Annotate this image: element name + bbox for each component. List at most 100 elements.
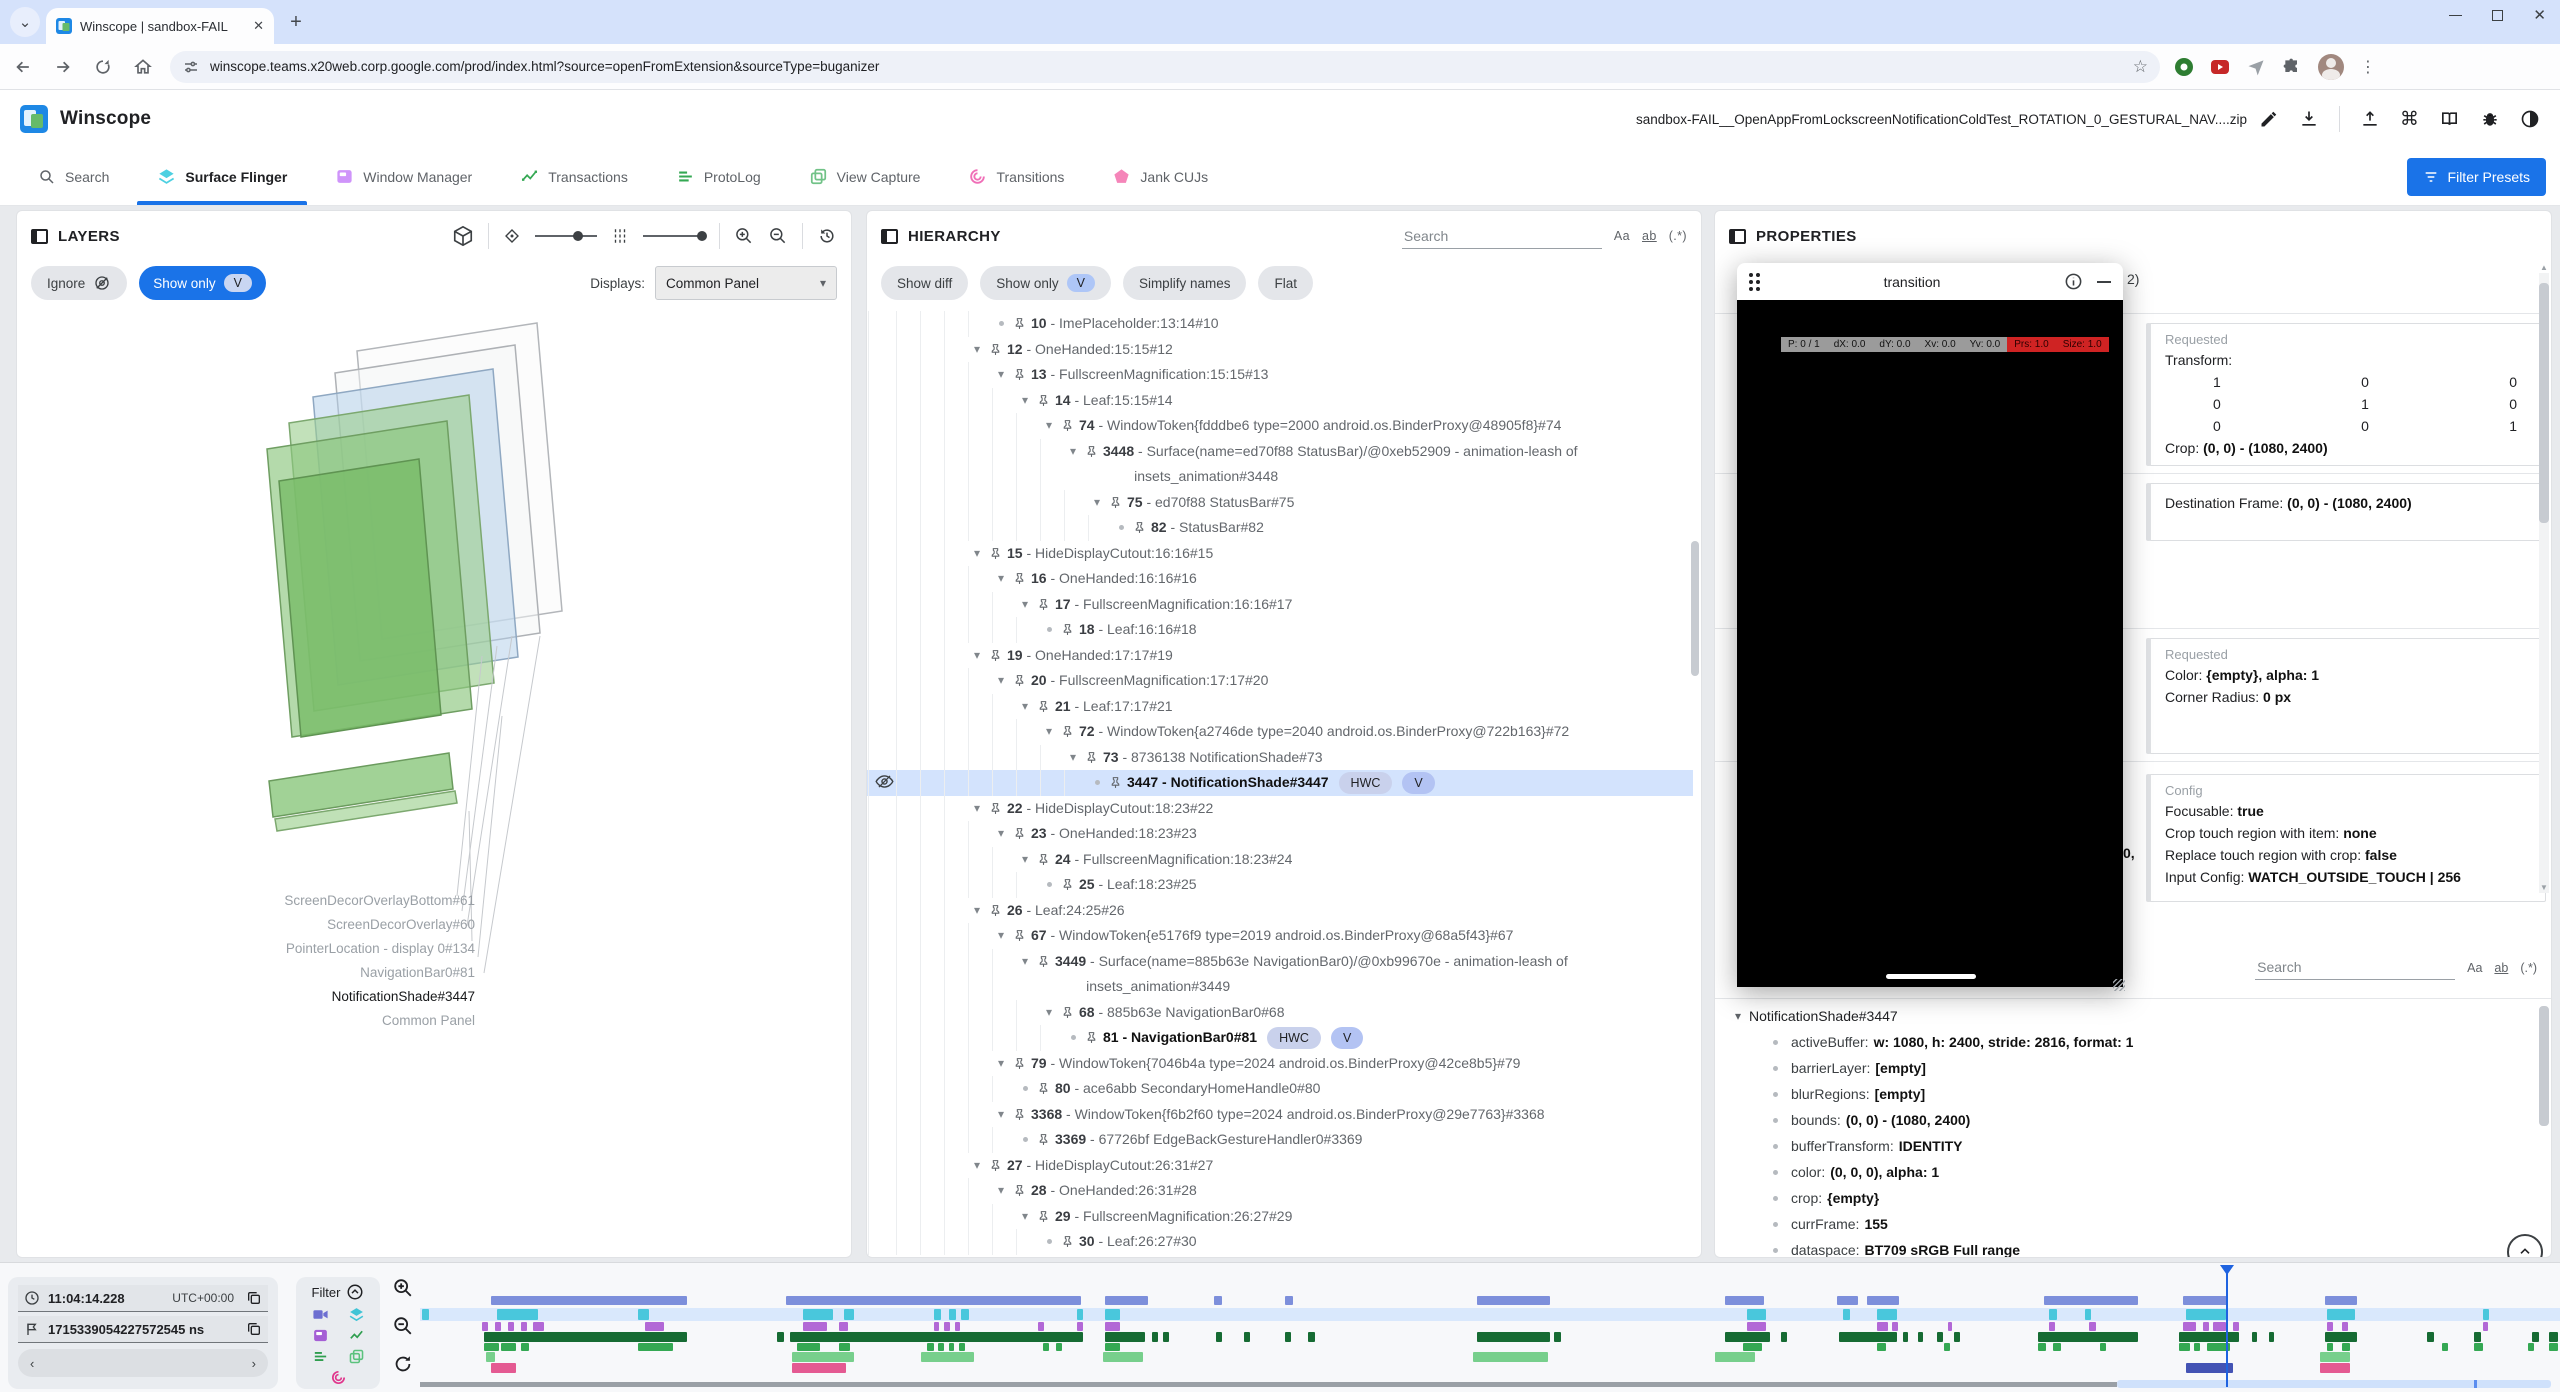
documentation-icon[interactable] xyxy=(2439,109,2460,129)
timeline-canvas[interactable] xyxy=(420,1263,2560,1392)
layer-label[interactable]: PointerLocation - display 0#134 xyxy=(145,937,475,961)
minimize-overlay-icon[interactable] xyxy=(2097,281,2111,283)
home-icon[interactable] xyxy=(130,54,156,80)
hierarchy-row[interactable]: ▾17 - FullscreenMagnification:16:16#17 xyxy=(867,592,1693,618)
match-case-icon[interactable]: Aa xyxy=(2467,961,2482,975)
copy-icon[interactable] xyxy=(246,1290,262,1306)
overlay-title-bar[interactable]: transition xyxy=(1737,263,2123,300)
back-icon[interactable] xyxy=(10,54,36,80)
report-bug-icon[interactable] xyxy=(2480,109,2500,129)
hierarchy-row[interactable]: 3369 - 67726bf EdgeBackGestureHandler0#3… xyxy=(867,1127,1693,1153)
hierarchy-row[interactable]: 80 - ace6abb SecondaryHomeHandle0#80 xyxy=(867,1076,1693,1102)
extension-green-icon[interactable] xyxy=(2174,57,2194,77)
window-maximize-icon[interactable] xyxy=(2492,10,2503,21)
hierarchy-row[interactable]: 25 - Leaf:18:23#25 xyxy=(867,872,1693,898)
hierarchy-row[interactable]: ▾20 - FullscreenMagnification:17:17#20 xyxy=(867,668,1693,694)
hierarchy-row[interactable]: ▾75 - ed70f88 StatusBar#75 xyxy=(867,490,1693,516)
puzzle-icon[interactable] xyxy=(2282,57,2302,77)
hierarchy-row[interactable]: ▾22 - HideDisplayCutout:18:23#22 xyxy=(867,796,1693,822)
timeline-range-scrollbar[interactable] xyxy=(420,1380,2560,1388)
hierarchy-row[interactable]: ▾26 - Leaf:24:25#26 xyxy=(867,898,1693,924)
transactions-icon[interactable] xyxy=(348,1327,365,1344)
layer-label[interactable]: Common Panel xyxy=(145,1009,475,1033)
property-row[interactable]: barrierLayer:[empty] xyxy=(1715,1055,2541,1081)
tab-transactions[interactable]: Transactions xyxy=(496,148,652,205)
timeline-zoom-in-icon[interactable] xyxy=(392,1277,414,1299)
hierarchy-scrollbar[interactable] xyxy=(1691,541,1699,676)
ns-time-field[interactable]: 1715339054227572545 ns xyxy=(18,1316,268,1343)
tab-search[interactable]: Search xyxy=(14,148,133,205)
hierarchy-row[interactable]: ▾23 - OneHanded:18:23#23 xyxy=(867,821,1693,847)
hierarchy-row[interactable]: ▾67 - WindowToken{e5176f9 type=2019 andr… xyxy=(867,923,1693,949)
layer-label[interactable]: NavigationBar0#81 xyxy=(145,961,475,985)
profile-avatar[interactable] xyxy=(2318,54,2344,80)
hierarchy-row[interactable]: 10 - ImePlaceholder:13:14#10 xyxy=(867,311,1693,337)
zoom-out-icon[interactable] xyxy=(768,226,788,246)
window-minimize-icon[interactable] xyxy=(2449,15,2462,17)
property-row[interactable]: crop:{empty} xyxy=(1715,1185,2541,1211)
timeline-refresh-icon[interactable] xyxy=(392,1353,414,1375)
hierarchy-row[interactable]: 30 - Leaf:26:27#30 xyxy=(867,1229,1693,1255)
panel-icon[interactable] xyxy=(31,229,48,244)
extension-gray-icon[interactable] xyxy=(2246,57,2266,77)
hierarchy-row[interactable]: ▾13 - FullscreenMagnification:15:15#13 xyxy=(867,362,1693,388)
hierarchy-row[interactable]: ▾68 - 885b63e NavigationBar0#68 xyxy=(867,1000,1693,1026)
spacing-slider[interactable] xyxy=(643,235,705,237)
tab-search-button[interactable]: ⌄ xyxy=(10,7,40,37)
timeline-zoom-out-icon[interactable] xyxy=(392,1315,414,1337)
surface-flinger-icon[interactable] xyxy=(348,1306,365,1323)
match-word-icon[interactable]: ab xyxy=(2494,961,2508,975)
properties-bottom-scrollbar[interactable] xyxy=(2539,1006,2549,1126)
hierarchy-row[interactable]: ▾3448 - Surface(name=ed70f88 StatusBar)/… xyxy=(867,439,1693,490)
show-only-button[interactable]: Show only V xyxy=(139,266,266,300)
flat-button[interactable]: Flat xyxy=(1258,266,1313,300)
property-row[interactable]: activeBuffer:w: 1080, h: 2400, stride: 2… xyxy=(1715,1029,2541,1055)
hierarchy-row[interactable]: ▾24 - FullscreenMagnification:18:23#24 xyxy=(867,847,1693,873)
forward-icon[interactable] xyxy=(50,54,76,80)
hierarchy-row[interactable]: ▾79 - WindowToken{7046b4a type=2024 andr… xyxy=(867,1051,1693,1077)
tab-window-manager[interactable]: Window Manager xyxy=(311,148,496,205)
copy-icon[interactable] xyxy=(246,1321,262,1337)
layers-3d-view[interactable]: ScreenDecorOverlayBottom#61ScreenDecorOv… xyxy=(17,311,851,1257)
show-only-button[interactable]: Show only V xyxy=(980,266,1111,300)
property-row[interactable]: currFrame:155 xyxy=(1715,1211,2541,1237)
properties-search-input[interactable] xyxy=(2255,955,2455,980)
match-word-icon[interactable]: ab xyxy=(1642,229,1657,243)
view-capture-icon[interactable] xyxy=(348,1348,365,1365)
filter-presets-button[interactable]: Filter Presets xyxy=(2407,158,2546,196)
hierarchy-row[interactable]: ▾29 - FullscreenMagnification:26:27#29 xyxy=(867,1204,1693,1230)
tab-jank-cujs[interactable]: Jank CUJs xyxy=(1088,148,1232,205)
upload-icon[interactable] xyxy=(2360,109,2380,129)
hierarchy-row[interactable]: ▾14 - Leaf:15:15#14 xyxy=(867,388,1693,414)
hierarchy-row[interactable]: ▾27 - HideDisplayCutout:26:31#27 xyxy=(867,1153,1693,1179)
reload-icon[interactable] xyxy=(90,54,116,80)
browser-tab[interactable]: Winscope | sandbox-FAIL ✕ xyxy=(46,8,274,44)
tab-transitions[interactable]: Transitions xyxy=(944,148,1088,205)
property-row[interactable]: color:(0, 0, 0), alpha: 1 xyxy=(1715,1159,2541,1185)
rotation-slider[interactable] xyxy=(535,235,597,237)
tab-surface-flinger[interactable]: Surface Flinger xyxy=(133,148,311,205)
resize-handle-icon[interactable] xyxy=(2113,979,2125,991)
hierarchy-row[interactable]: 18 - Leaf:16:16#18 xyxy=(867,617,1693,643)
displays-select[interactable]: Common Panel▾ xyxy=(655,266,837,300)
transitions-icon[interactable] xyxy=(330,1369,347,1386)
window-manager-icon[interactable] xyxy=(312,1327,329,1344)
url-bar[interactable]: winscope.teams.x20web.corp.google.com/pr… xyxy=(170,51,2160,83)
properties-root-row[interactable]: ▾ NotificationShade#3447 xyxy=(1715,1003,2541,1029)
scroll-down-icon[interactable]: ▼ xyxy=(2539,883,2549,892)
zoom-in-icon[interactable] xyxy=(734,226,754,246)
regex-icon[interactable]: (.*) xyxy=(2520,961,2537,975)
tab-view-capture[interactable]: View Capture xyxy=(785,148,945,205)
collapse-filter-icon[interactable] xyxy=(346,1283,364,1301)
tab-close-icon[interactable]: ✕ xyxy=(253,18,264,34)
hierarchy-row[interactable]: ▾3368 - WindowToken{f6b2f60 type=2024 an… xyxy=(867,1102,1693,1128)
hierarchy-row[interactable]: ▾21 - Leaf:17:17#21 xyxy=(867,694,1693,720)
property-row[interactable]: bufferTransform:IDENTITY xyxy=(1715,1133,2541,1159)
tab-protolog[interactable]: ProtoLog xyxy=(652,148,785,205)
panel-icon[interactable] xyxy=(881,229,898,244)
hierarchy-row[interactable]: ▾28 - OneHanded:26:31#28 xyxy=(867,1178,1693,1204)
scroll-up-icon[interactable]: ▲ xyxy=(2539,263,2549,272)
info-icon[interactable] xyxy=(2064,272,2083,291)
human-time-field[interactable]: 11:04:14.228 UTC+00:00 xyxy=(18,1285,268,1312)
hierarchy-row[interactable]: 81 - NavigationBar0#81HWCV xyxy=(867,1025,1693,1051)
